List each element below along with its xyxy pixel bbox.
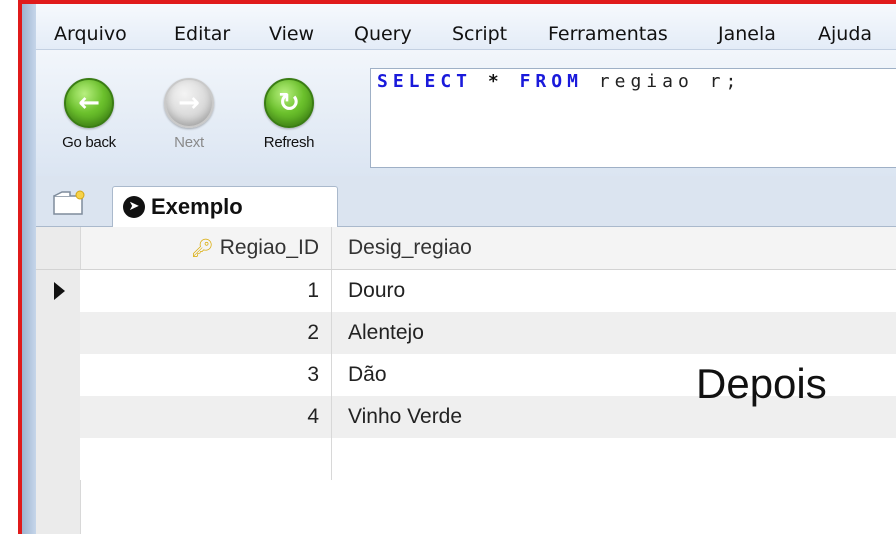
refresh-label: Refresh bbox=[263, 134, 315, 151]
query-editor[interactable]: SELECT * FROM regiao r; bbox=[370, 68, 896, 168]
go-back-label: Go back bbox=[62, 134, 116, 151]
next-button[interactable]: → Next bbox=[156, 78, 222, 168]
back-arrow-icon: ← bbox=[64, 78, 114, 128]
cell-desig-regiao-empty[interactable] bbox=[332, 438, 896, 480]
current-row-arrow-icon bbox=[54, 282, 65, 300]
tab-exemplo[interactable]: ➤ Exemplo bbox=[112, 186, 338, 228]
menu-bar: Arquivo Editar View Query Script Ferrame… bbox=[36, 4, 896, 50]
menu-ajuda[interactable]: Ajuda bbox=[818, 23, 872, 45]
primary-key-icon: 🔑︎ bbox=[190, 238, 214, 258]
new-tab-icon[interactable] bbox=[52, 190, 86, 216]
cell-regiao-id[interactable]: 4 bbox=[80, 396, 332, 438]
tab-strip: ➤ Exemplo bbox=[36, 176, 896, 228]
tab-label: Exemplo bbox=[151, 194, 243, 219]
row-indicator bbox=[36, 480, 81, 534]
refresh-button[interactable]: ↻ Refresh bbox=[256, 78, 322, 168]
menu-editar[interactable]: Editar bbox=[174, 23, 230, 45]
window-edge bbox=[22, 4, 37, 534]
row-indicator bbox=[36, 438, 81, 480]
forward-arrow-icon: → bbox=[164, 78, 214, 128]
background-strip bbox=[0, 0, 18, 534]
query-text: SELECT * FROM regiao r; bbox=[377, 71, 742, 92]
cell-desig-regiao[interactable]: Douro bbox=[332, 270, 896, 312]
grid-empty-area bbox=[36, 480, 896, 534]
menu-arquivo[interactable]: Arquivo bbox=[54, 23, 127, 45]
column-header-desig-regiao[interactable]: Desig_regiao bbox=[332, 227, 896, 269]
row-indicator bbox=[36, 270, 81, 312]
row-indicator bbox=[36, 312, 81, 354]
menu-janela[interactable]: Janela bbox=[718, 23, 776, 45]
toolbar: ← Go back → Next ↻ Refresh SELECT * FROM… bbox=[36, 50, 896, 177]
header-indicator bbox=[36, 227, 81, 269]
row-indicator bbox=[36, 354, 81, 396]
go-back-button[interactable]: ← Go back bbox=[56, 78, 122, 168]
cell-desig-regiao[interactable]: Alentejo bbox=[332, 312, 896, 354]
row-indicator bbox=[36, 396, 81, 438]
cell-regiao-id[interactable]: 3 bbox=[80, 354, 332, 396]
refresh-icon: ↻ bbox=[264, 78, 314, 128]
app-window: Arquivo Editar View Query Script Ferrame… bbox=[22, 4, 896, 534]
menu-ferramentas[interactable]: Ferramentas bbox=[548, 23, 668, 45]
table-row[interactable]: 1 Douro bbox=[36, 270, 896, 312]
connection-icon: ➤ bbox=[123, 196, 145, 218]
menu-script[interactable]: Script bbox=[452, 23, 507, 45]
cell-regiao-id-empty[interactable] bbox=[80, 438, 332, 480]
next-label: Next bbox=[174, 134, 204, 151]
grid-header: 🔑︎ Regiao_ID Desig_regiao bbox=[36, 227, 896, 270]
new-row[interactable] bbox=[36, 438, 896, 480]
overlay-caption: Depois bbox=[696, 360, 827, 407]
cell-regiao-id[interactable]: 1 bbox=[80, 270, 332, 312]
cell-regiao-id[interactable]: 2 bbox=[80, 312, 332, 354]
table-row[interactable]: 2 Alentejo bbox=[36, 312, 896, 354]
column-header-regiao-id[interactable]: 🔑︎ Regiao_ID bbox=[80, 227, 332, 269]
menu-query[interactable]: Query bbox=[354, 23, 412, 45]
menu-view[interactable]: View bbox=[269, 23, 314, 45]
